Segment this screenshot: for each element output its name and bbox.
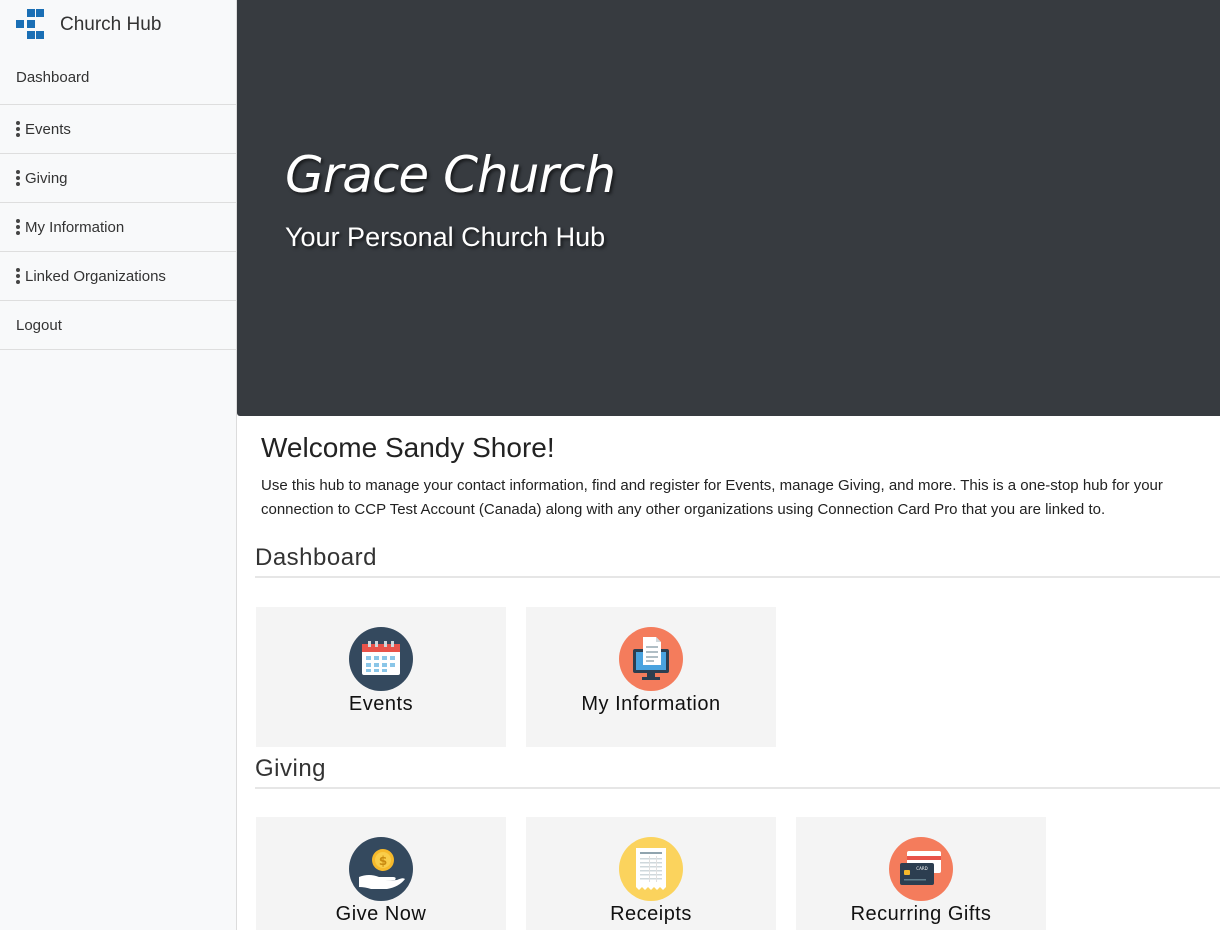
tile-receipts[interactable]: Receipts: [526, 817, 776, 930]
section-title-dashboard: Dashboard: [255, 544, 1220, 578]
tile-label: Recurring Gifts: [850, 903, 992, 925]
sidebar-item-dashboard[interactable]: Dashboard: [0, 50, 236, 105]
hero-banner: Grace Church Your Personal Church Hub: [237, 0, 1220, 416]
hero-title: Grace Church: [285, 146, 616, 204]
main-content: Welcome Sandy Shore! Use this hub to man…: [237, 416, 1220, 930]
sidebar-item-linked-organizations[interactable]: Linked Organizations: [0, 252, 236, 301]
tile-label: Events: [348, 693, 414, 715]
sidebar-nav: Dashboard Events Giving My Information L…: [0, 50, 236, 350]
tile-label: Receipts: [610, 903, 692, 925]
svg-text:$: $: [379, 854, 387, 868]
kebab-menu-icon: [16, 170, 22, 186]
section-title-giving: Giving: [255, 755, 1220, 789]
monitor-document-icon: [619, 627, 683, 691]
brand-title: Church Hub: [60, 14, 162, 35]
sidebar: Church Hub Dashboard Events Giving My In…: [0, 0, 237, 930]
sidebar-item-label: Linked Organizations: [25, 267, 166, 285]
kebab-menu-icon: [16, 121, 22, 137]
credit-card-icon: CARD: [889, 837, 953, 901]
welcome-text: Use this hub to manage your contact info…: [261, 477, 1163, 518]
brand[interactable]: Church Hub: [0, 0, 236, 50]
sidebar-item-events[interactable]: Events: [0, 105, 236, 154]
sidebar-item-label: Dashboard: [16, 68, 90, 86]
tile-label: Give Now: [335, 903, 427, 925]
kebab-menu-icon: [16, 268, 22, 284]
calendar-icon: [349, 627, 413, 691]
sidebar-item-label: Giving: [25, 169, 68, 187]
tile-label: My Information: [581, 693, 721, 715]
tile-give-now[interactable]: $ Give Now: [256, 817, 506, 930]
sidebar-item-giving[interactable]: Giving: [0, 154, 236, 203]
hero-subtitle: Your Personal Church Hub: [285, 222, 606, 252]
coin-hand-icon: $: [349, 837, 413, 901]
welcome-heading: Welcome Sandy Shore!: [261, 432, 555, 463]
sidebar-item-label: My Information: [25, 218, 125, 236]
kebab-menu-icon: [16, 219, 22, 235]
svg-text:CARD: CARD: [916, 866, 927, 871]
sidebar-item-label: Logout: [16, 316, 62, 334]
tile-my-information[interactable]: My Information: [526, 607, 776, 747]
sidebar-item-label: Events: [25, 120, 71, 138]
tile-events[interactable]: Events: [256, 607, 506, 747]
sidebar-item-my-information[interactable]: My Information: [0, 203, 236, 252]
receipt-icon: [619, 837, 683, 901]
tile-recurring-gifts[interactable]: CARD Recurring Gifts: [796, 817, 1046, 930]
sidebar-item-logout[interactable]: Logout: [0, 301, 236, 350]
church-hub-logo-icon: [16, 9, 46, 41]
